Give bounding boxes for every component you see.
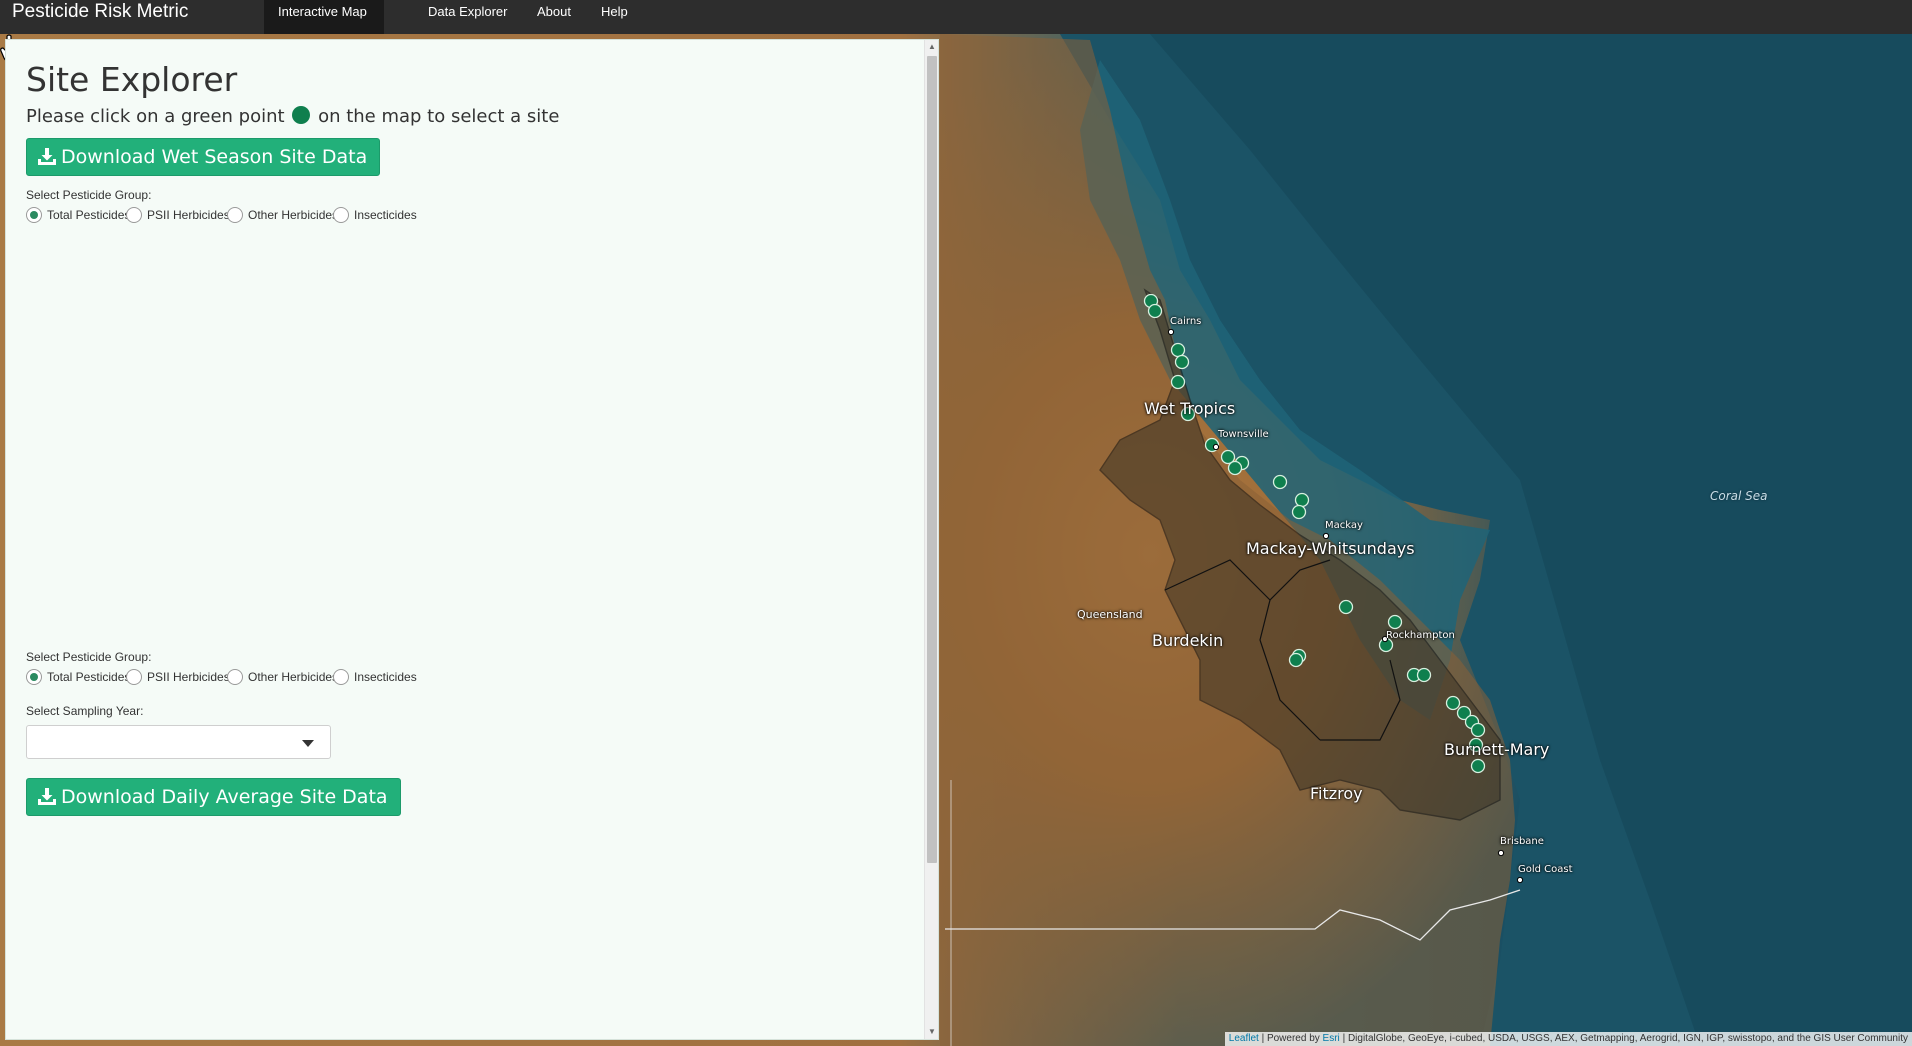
radio-label: Insecticides	[354, 208, 417, 222]
site-marker[interactable]	[1387, 614, 1403, 630]
instruction-text: Please click on a green point on the map…	[26, 106, 559, 127]
place-label-queensland: Queensland	[1077, 608, 1143, 621]
radio-other-herbicides-1[interactable]: Other Herbicides	[227, 207, 338, 223]
pesticide-group-label-2: Select Pesticide Group:	[26, 650, 152, 664]
radio-label: Total Pesticides	[47, 670, 131, 684]
instruction-after: on the map to select a site	[318, 106, 560, 127]
radio-unchecked-icon	[126, 669, 142, 685]
city-dot-mackay	[1322, 532, 1330, 540]
scroll-down-icon[interactable]: ▼	[925, 1025, 938, 1039]
sea-label-coral-sea: Coral Sea	[1710, 489, 1768, 503]
radio-checked-icon	[26, 669, 42, 685]
place-label-rockhampton: Rockhampton	[1386, 630, 1455, 641]
radio-unchecked-icon	[227, 669, 243, 685]
site-marker[interactable]	[1445, 695, 1461, 711]
download-wet-season-button[interactable]: Download Wet Season Site Data	[26, 138, 381, 176]
site-marker[interactable]	[1470, 758, 1486, 774]
region-label-mackay-whitsundays: Mackay-Whitsundays	[1246, 539, 1415, 558]
region-label-fitzroy: Fitzroy	[1310, 784, 1363, 803]
radio-unchecked-icon	[333, 207, 349, 223]
chevron-down-icon	[302, 740, 314, 747]
download-daily-average-label: Download Daily Average Site Data	[61, 786, 388, 808]
site-marker[interactable]	[1470, 722, 1486, 738]
city-dot-cairns	[1167, 328, 1175, 336]
city-dot-townsville	[1212, 443, 1220, 451]
place-label-mackay: Mackay	[1325, 520, 1363, 531]
radio-label: Other Herbicides	[248, 670, 339, 684]
site-marker[interactable]	[1416, 667, 1432, 683]
radio-label: Total Pesticides	[47, 208, 131, 222]
instruction-before: Please click on a green point	[26, 106, 285, 127]
city-dot-brisbane	[1497, 849, 1505, 857]
scrollbar-thumb[interactable]	[927, 56, 937, 863]
app-brand[interactable]: Pesticide Risk Metric	[12, 1, 188, 23]
site-marker[interactable]	[1294, 492, 1310, 508]
site-marker[interactable]	[1227, 460, 1243, 476]
panel-scrollbar[interactable]: ▲ ▼	[924, 40, 938, 1039]
tab-interactive-map[interactable]: Interactive Map	[264, 0, 384, 34]
radio-label: Other Herbicides	[248, 208, 339, 222]
site-marker[interactable]	[1291, 504, 1307, 520]
tab-help[interactable]: Help	[587, 0, 642, 34]
attribution-sources: | DigitalGlobe, GeoEye, i-cubed, USDA, U…	[1342, 1033, 1908, 1044]
attribution-powered-by: | Powered by	[1261, 1033, 1320, 1044]
tab-about[interactable]: About	[523, 0, 585, 34]
city-dot-gold-coast	[1516, 876, 1524, 884]
site-marker[interactable]	[1170, 342, 1186, 358]
top-navbar: Pesticide Risk Metric Interactive Map Da…	[0, 0, 1912, 34]
region-label-wet-tropics: Wet Tropics	[1144, 399, 1236, 418]
radio-label: PSII Herbicides	[147, 670, 230, 684]
pesticide-group-label-1: Select Pesticide Group:	[26, 188, 152, 202]
place-label-cairns: Cairns	[1170, 316, 1202, 327]
site-marker[interactable]	[1272, 474, 1288, 490]
place-label-gold-coast: Gold Coast	[1518, 864, 1573, 875]
radio-checked-icon	[26, 207, 42, 223]
download-icon	[38, 148, 56, 165]
site-marker[interactable]	[1338, 599, 1354, 615]
radio-psii-herbicides-1[interactable]: PSII Herbicides	[126, 207, 230, 223]
tab-data-explorer[interactable]: Data Explorer	[414, 0, 521, 34]
radio-unchecked-icon	[333, 669, 349, 685]
page-title: Site Explorer	[26, 60, 238, 99]
place-label-brisbane: Brisbane	[1500, 836, 1544, 847]
sampling-year-label: Select Sampling Year:	[26, 704, 144, 718]
site-marker[interactable]	[1147, 303, 1163, 319]
esri-link[interactable]: Esri	[1323, 1033, 1340, 1044]
sampling-year-select[interactable]	[26, 725, 331, 759]
leaflet-link[interactable]: Leaflet	[1229, 1033, 1259, 1044]
green-point-icon	[292, 106, 311, 124]
place-label-townsville: Townsville	[1218, 429, 1269, 440]
radio-label: Insecticides	[354, 670, 417, 684]
radio-total-pesticides-1[interactable]: Total Pesticides	[26, 207, 130, 223]
site-marker[interactable]	[1174, 354, 1190, 370]
site-marker[interactable]	[1170, 374, 1186, 390]
site-explorer-panel: Site Explorer Please click on a green po…	[5, 39, 939, 1040]
region-label-burdekin: Burdekin	[1152, 631, 1224, 650]
radio-unchecked-icon	[227, 207, 243, 223]
radio-unchecked-icon	[126, 207, 142, 223]
download-wet-season-label: Download Wet Season Site Data	[61, 146, 368, 168]
radio-insecticides-2[interactable]: Insecticides	[333, 669, 417, 685]
region-label-burnett-mary: Burnett-Mary	[1444, 740, 1550, 759]
radio-insecticides-1[interactable]: Insecticides	[333, 207, 417, 223]
radio-label: PSII Herbicides	[147, 208, 230, 222]
download-daily-average-button[interactable]: Download Daily Average Site Data	[26, 778, 401, 816]
radio-psii-herbicides-2[interactable]: PSII Herbicides	[126, 669, 230, 685]
map-attribution: Leaflet | Powered by Esri | DigitalGlobe…	[1224, 1032, 1912, 1046]
scroll-up-icon[interactable]: ▲	[925, 40, 938, 54]
site-marker[interactable]	[1288, 652, 1304, 668]
download-icon	[38, 788, 56, 805]
radio-other-herbicides-2[interactable]: Other Herbicides	[227, 669, 338, 685]
radio-total-pesticides-2[interactable]: Total Pesticides	[26, 669, 130, 685]
